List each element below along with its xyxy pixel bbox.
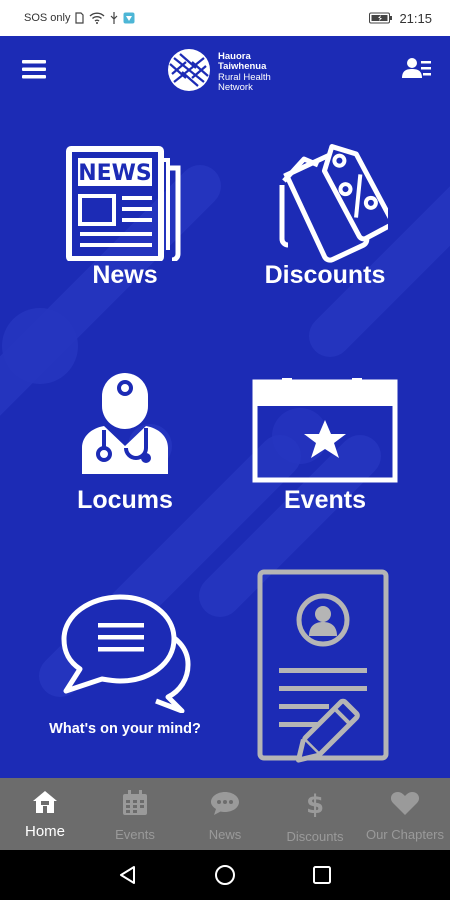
- bottom-nav: Home Events News $ Discounts Our Chapter…: [0, 778, 450, 850]
- newspaper-masthead-text: NEWS: [78, 161, 152, 186]
- sim-icon: [75, 12, 85, 24]
- logo-text: Hauora Taiwhenua Rural Health Network: [218, 51, 271, 94]
- user-list-icon[interactable]: [402, 56, 432, 82]
- logo-line-2: Taiwhenua: [218, 61, 267, 72]
- speech-bubbles-icon: [58, 591, 194, 718]
- nav-label-our-chapters: Our Chapters: [365, 827, 445, 842]
- heart-icon: [390, 790, 420, 821]
- logo-line-4: Network: [218, 82, 253, 93]
- app-logo: Hauora Taiwhenua Rural Health Network: [166, 48, 271, 97]
- nav-discounts[interactable]: $ Discounts: [270, 778, 360, 850]
- status-left: SOS only: [24, 12, 135, 24]
- recents-square-icon[interactable]: [312, 865, 332, 885]
- tile-label-whats-on-your-mind: What's on your mind?: [49, 721, 201, 737]
- tile-profile-document[interactable]: [255, 568, 400, 764]
- calendar-star-icon: [252, 368, 398, 489]
- nav-news[interactable]: News: [180, 778, 270, 850]
- chat-bubble-icon: [210, 790, 240, 821]
- profile-document-icon: [255, 568, 400, 769]
- app-notification-icon: [123, 12, 135, 24]
- tile-whats-on-your-mind[interactable]: What's on your mind?: [30, 591, 220, 751]
- app-main: Hauora Taiwhenua Rural Health Network NE…: [0, 36, 450, 778]
- nav-label-home: Home: [24, 823, 65, 840]
- nav-home[interactable]: Home: [0, 778, 90, 850]
- carrier-text: SOS only: [24, 12, 71, 24]
- status-right: 21:15: [369, 11, 432, 26]
- nav-events[interactable]: Events: [90, 778, 180, 850]
- newspaper-icon: NEWS: [66, 146, 186, 266]
- system-nav-bar: [0, 850, 450, 900]
- nav-our-chapters[interactable]: Our Chapters: [360, 778, 450, 850]
- doctor-icon: [80, 366, 170, 481]
- back-icon[interactable]: [118, 865, 138, 885]
- clock-text: 21:15: [399, 10, 432, 26]
- network-logo-icon: [166, 48, 212, 97]
- wifi-icon: [89, 12, 105, 24]
- app-header: Hauora Taiwhenua Rural Health Network: [0, 36, 450, 106]
- calendar-icon: [122, 790, 148, 821]
- nav-label-events: Events: [115, 827, 155, 842]
- svg-text:$: $: [306, 790, 324, 818]
- usb-icon: [110, 12, 118, 24]
- tile-news[interactable]: NEWS News: [50, 141, 200, 301]
- discount-tag-icon: [264, 141, 395, 268]
- battery-icon: [369, 12, 393, 24]
- hamburger-menu-icon[interactable]: [22, 58, 48, 80]
- nav-label-news: News: [208, 827, 242, 842]
- home-circle-icon[interactable]: [214, 864, 236, 886]
- tile-label-locums: Locums: [77, 486, 173, 514]
- tile-label-news: News: [92, 261, 158, 289]
- home-icon: [32, 790, 58, 819]
- nav-label-discounts: Discounts: [286, 829, 344, 844]
- status-bar: SOS only 21:15: [0, 0, 450, 36]
- tile-discounts[interactable]: Discounts: [250, 141, 400, 301]
- tile-locums[interactable]: Locums: [50, 366, 200, 516]
- tile-label-events: Events: [284, 486, 366, 514]
- tile-label-discounts: Discounts: [264, 261, 386, 289]
- tile-events[interactable]: Events: [250, 366, 400, 516]
- dollar-icon: $: [305, 790, 325, 823]
